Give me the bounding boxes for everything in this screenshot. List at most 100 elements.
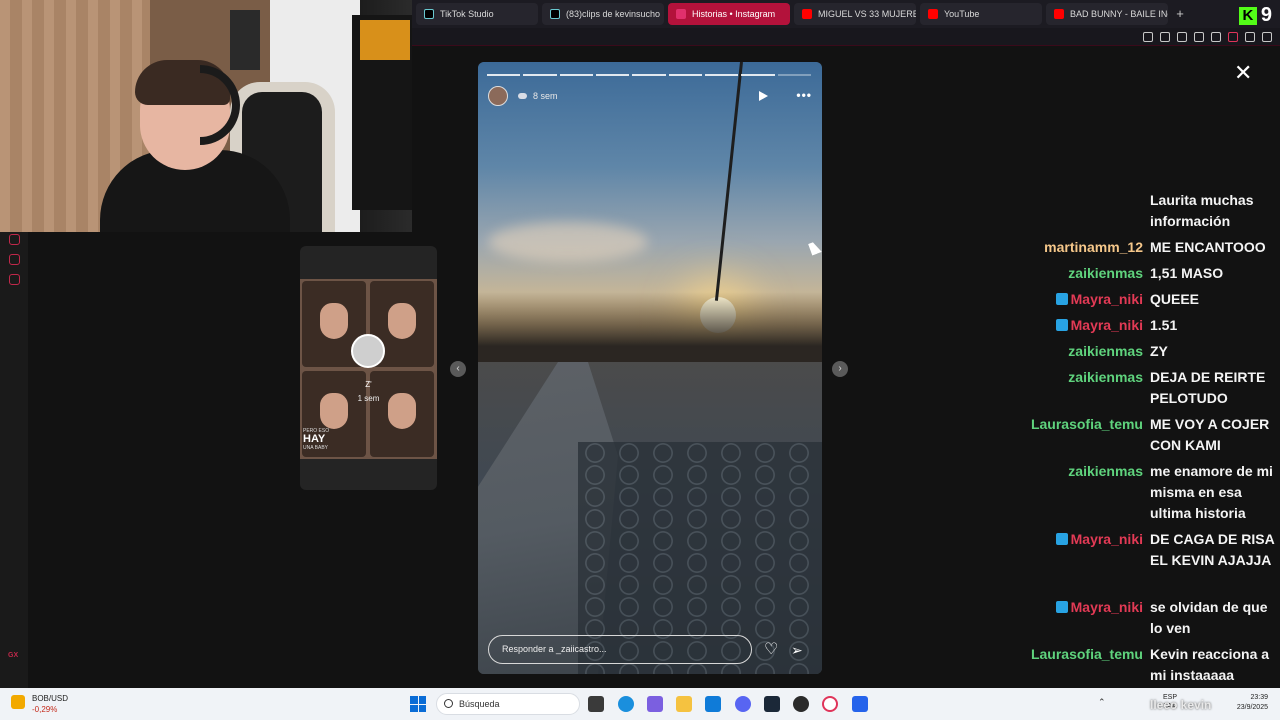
stream-watermark: lleeo kevin — [1150, 698, 1212, 712]
chat-username[interactable]: zaikienmas — [1068, 461, 1143, 482]
chat-username[interactable]: Mayra_niki — [1055, 529, 1143, 550]
youtube-icon — [928, 9, 938, 19]
new-tab-button[interactable]: + — [1172, 6, 1188, 22]
previous-story-time: 1 sem — [357, 394, 380, 403]
adblock-icon[interactable] — [1177, 31, 1187, 42]
taskbar-search[interactable]: Búsqueda — [436, 693, 580, 715]
app-icon[interactable] — [852, 696, 868, 712]
browser-sidebar: GX — [0, 232, 28, 688]
chat-username-text: zaikienmas — [1068, 369, 1143, 385]
subscriber-badge-icon — [1055, 533, 1068, 545]
currency-widget-icon[interactable] — [11, 695, 25, 709]
next-story-button[interactable]: › — [832, 361, 848, 377]
opera-gx-icon[interactable] — [822, 696, 838, 712]
chat-message: zaikienmas DEJA DE REIRTE PELOTUDO — [1020, 367, 1278, 409]
store-icon[interactable] — [705, 696, 721, 712]
tab-youtube-bad-bunny[interactable]: BAD BUNNY - BAILE INo — [1046, 3, 1168, 25]
avatar — [351, 334, 385, 368]
story-progress-segment — [487, 74, 521, 76]
previous-story-card[interactable]: Z' 1 sem PERO ESO HAY UNA BABY — [300, 246, 437, 490]
bookmark-icon[interactable] — [1143, 31, 1153, 42]
chat-username[interactable]: zaikienmas — [1068, 367, 1143, 388]
tab-youtube-miguel[interactable]: MIGUEL VS 33 MUJERE — [794, 3, 916, 25]
sidebar-item-icon[interactable] — [9, 254, 20, 265]
previous-story-username: Z' — [365, 380, 372, 389]
chat-username[interactable]: Laurasofia_temu — [1031, 644, 1143, 665]
chat-username-text: Mayra_niki — [1070, 291, 1143, 307]
story-header: 8 sem ••• — [488, 86, 812, 106]
chat-username-text: martinamm_12 — [1044, 239, 1143, 255]
tab-instagram-stories[interactable]: Historias • Instagram — [668, 3, 790, 25]
chat-username[interactable]: Mayra_niki — [1055, 289, 1143, 310]
more-options-icon[interactable]: ••• — [796, 89, 812, 101]
instagram-icon — [676, 9, 686, 19]
currency-pair: BOB/USD — [32, 694, 69, 703]
tab-label: (83)clips de kevinsucho — [566, 9, 661, 19]
discord-icon[interactable] — [735, 696, 751, 712]
like-heart-icon[interactable]: ♡ — [764, 642, 778, 658]
send-icon[interactable]: ➢ — [791, 642, 803, 658]
chat-message: Laurasofia_temu Kevin reacciona a mi inst… — [1020, 644, 1278, 686]
tab-label: Historias • Instagram — [692, 9, 776, 19]
active-story[interactable]: 8 sem ••• Responder a _zaiicastro... ♡ ➢ — [478, 62, 822, 674]
story-progress-segment — [559, 74, 593, 76]
caption-bottom: UNA BABY — [303, 445, 329, 451]
chat-text: ME ENCANTOOO — [1150, 239, 1266, 255]
folder-icon[interactable] — [676, 696, 692, 712]
chat-username[interactable]: Laurasofia_temu — [1031, 414, 1143, 435]
previous-story-caption: PERO ESO HAY UNA BABY — [303, 428, 363, 451]
browser-tab-strip: TikTok Studio (83)clips de kevinsucho Hi… — [412, 0, 1280, 28]
obs-icon[interactable] — [793, 696, 809, 712]
chat-message: martinamm_12 ME ENCANTOOO — [1020, 237, 1278, 258]
tab-youtube[interactable]: YouTube — [920, 3, 1042, 25]
chat-text: DE CAGA DE RISA EL KEVIN AJAJJA — [1150, 531, 1275, 568]
previous-story-button[interactable]: ‹ — [450, 361, 466, 377]
tab-tiktok-clips[interactable]: (83)clips de kevinsucho — [542, 3, 664, 25]
search-placeholder: Búsqueda — [459, 699, 500, 709]
youtube-icon — [1054, 9, 1064, 19]
chat-text: se olvidan de que lo ven — [1150, 599, 1268, 636]
chat-text: ZY — [1150, 343, 1168, 359]
snapshot-icon[interactable] — [1160, 31, 1170, 42]
windows-taskbar: BOB/USD -0,29% Búsqueda ⌃ ESP LAA lleeo k… — [0, 688, 1280, 720]
chat-message: Mayra_niki se olvidan de que lo ven — [1020, 597, 1278, 639]
windows-start-icon[interactable] — [410, 696, 426, 712]
story-progress-segment — [523, 74, 557, 76]
kick-logo: K — [1238, 6, 1257, 25]
chat-message: Mayra_niki 1.51 — [1020, 315, 1278, 336]
play-icon[interactable] — [759, 91, 768, 101]
avatar[interactable] — [488, 86, 508, 106]
subscriber-badge-icon — [1055, 601, 1068, 613]
reply-input[interactable]: Responder a _zaiicastro... — [488, 635, 752, 664]
story-progress-segment — [704, 74, 739, 76]
chat-username-text: Mayra_niki — [1070, 317, 1143, 333]
chat-text: ME VOY A COJER CON KAMI — [1150, 416, 1270, 453]
player-icon[interactable] — [1194, 31, 1204, 42]
taskbar-clock[interactable]: 23:39 23/9/2025 — [1226, 693, 1268, 713]
story-progress-segment — [632, 74, 666, 76]
chat-username[interactable]: zaikienmas — [1068, 341, 1143, 362]
edge-icon[interactable] — [618, 696, 634, 712]
story-progress-segment — [777, 74, 811, 76]
subscriber-badge-icon — [1055, 319, 1068, 331]
steam-icon[interactable] — [764, 696, 780, 712]
download-icon[interactable] — [1245, 31, 1255, 42]
chat-text: me enamore de mi misma en esa ultima his… — [1150, 463, 1273, 521]
chat-username[interactable]: martinamm_12 — [1044, 237, 1143, 258]
chat-username[interactable]: zaikienmas — [1068, 263, 1143, 284]
stream-chat-overlay: Laurita muchas información martinamm_12 ME… — [1020, 190, 1280, 690]
heart-icon[interactable] — [1211, 31, 1221, 42]
webcam-poster-art — [360, 20, 410, 60]
tab-tiktok-studio[interactable]: TikTok Studio — [416, 3, 538, 25]
gx-icon[interactable]: GX — [8, 652, 18, 659]
tray-chevron-icon[interactable]: ⌃ — [1098, 697, 1106, 708]
menu-icon[interactable] — [1262, 31, 1272, 42]
chat-username[interactable]: Mayra_niki — [1055, 597, 1143, 618]
sidebar-item-icon[interactable] — [9, 234, 20, 245]
settings-icon[interactable] — [9, 274, 20, 285]
profile-icon[interactable] — [1228, 31, 1238, 42]
file-explorer-icon[interactable] — [588, 696, 604, 712]
close-icon[interactable]: ✕ — [1234, 62, 1252, 84]
chat-username[interactable]: Mayra_niki — [1055, 315, 1143, 336]
copilot-icon[interactable] — [647, 696, 663, 712]
